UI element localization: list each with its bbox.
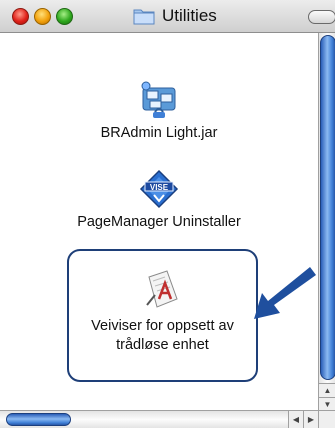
vise-installer-icon: VISE	[139, 169, 179, 209]
scroll-right-button[interactable]: ▶	[303, 411, 318, 428]
wizard-label-line1: Veiviser for oppsett av	[91, 318, 234, 334]
java-app-network-icon	[141, 81, 176, 118]
file-item-bradmin[interactable]: BRAdmin Light.jar	[0, 80, 318, 141]
resize-grip[interactable]	[318, 410, 335, 428]
zoom-button[interactable]	[56, 8, 73, 25]
wizard-label-line2: trådløse enhet	[116, 337, 209, 353]
scroll-up-button[interactable]: ▲	[319, 383, 335, 397]
file-item-label: PageManager Uninstaller	[77, 214, 241, 230]
file-item-label: BRAdmin Light.jar	[100, 125, 218, 141]
scroll-left-button[interactable]: ◀	[288, 411, 303, 428]
minimize-button[interactable]	[34, 8, 51, 25]
vertical-scroll-thumb[interactable]	[320, 35, 335, 380]
scroll-down-button[interactable]: ▼	[319, 397, 335, 411]
window-titlebar[interactable]: Utilities	[0, 0, 335, 33]
vertical-scrollbar[interactable]: ▲ ▼	[318, 33, 335, 411]
window-title: Utilities	[133, 6, 217, 26]
folder-icon	[133, 9, 155, 25]
horizontal-scrollbar[interactable]: ◀ ▶	[0, 410, 335, 428]
svg-text:VISE: VISE	[150, 183, 169, 192]
horizontal-scroll-thumb[interactable]	[6, 413, 71, 426]
finder-content: BRAdmin Light.jar VISE PageManager Unins…	[0, 33, 318, 407]
pointer-arrow-icon	[254, 267, 316, 319]
file-item-pagemanager-uninstaller[interactable]: VISE PageManager Uninstaller	[0, 169, 318, 230]
close-button[interactable]	[12, 8, 29, 25]
application-script-icon	[145, 270, 178, 308]
window-title-text: Utilities	[162, 6, 217, 25]
toolbar-toggle-button[interactable]	[308, 10, 335, 24]
file-item-wireless-setup-wizard[interactable]: Veiviser for oppsett av trådløse enhet	[67, 249, 258, 382]
